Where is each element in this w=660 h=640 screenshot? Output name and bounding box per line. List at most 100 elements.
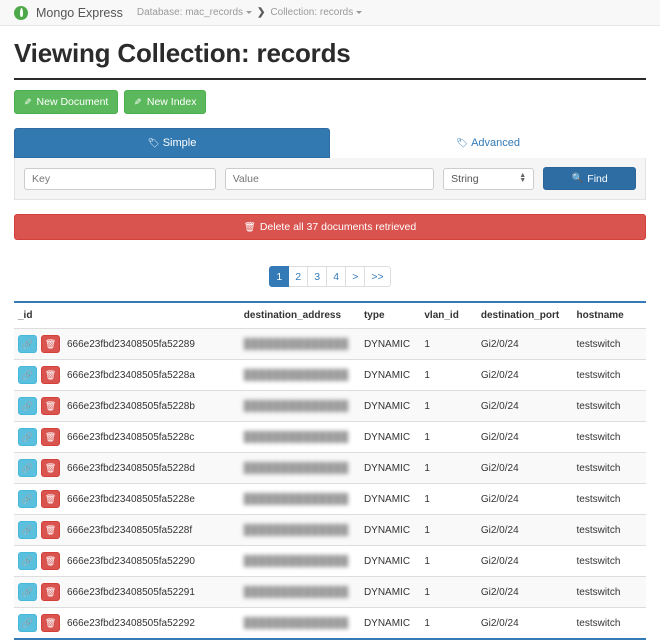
tab-advanced[interactable]: 🏷 Advanced [330, 128, 646, 158]
cell-hostname: testswitch [572, 483, 646, 515]
cell-destination-address: ██████████████ [239, 452, 360, 484]
search-tabs: 🏷 Simple 🏷 Advanced [14, 128, 646, 158]
delete-document-button[interactable]: 🗑 [41, 490, 60, 508]
view-document-button[interactable]: 🔗 [18, 521, 37, 539]
cell-vlan-id: 1 [420, 545, 477, 577]
table-row: 🔗 🗑 666e23fbd23408505fa5228c ██████████████… [14, 421, 646, 453]
cell-destination-port: Gi2/0/24 [476, 359, 573, 391]
table-row: 🔗 🗑 666e23fbd23408505fa5228d ██████████████… [14, 452, 646, 484]
delete-all-documents-button[interactable]: 🗑 Delete all 37 documents retrieved [14, 214, 646, 240]
breadcrumb-database[interactable]: Database: mac_records [137, 7, 253, 18]
new-index-label: New Index [146, 96, 197, 108]
table-row: 🔗 🗑 666e23fbd23408505fa5228b ██████████████… [14, 390, 646, 422]
page-item-last[interactable]: >> [365, 266, 391, 287]
delete-document-button[interactable]: 🗑 [41, 366, 60, 384]
tag-icon: 🏷 [147, 138, 160, 149]
view-document-button[interactable]: 🔗 [18, 490, 37, 508]
title-divider [14, 78, 646, 80]
cell-id: 🔗 🗑 666e23fbd23408505fa5228d [14, 452, 240, 484]
redacted-mac-address: ██████████████ [243, 555, 349, 567]
page-item-next[interactable]: > [346, 266, 366, 287]
view-document-button[interactable]: 🔗 [18, 428, 37, 446]
search-value-input[interactable] [224, 167, 435, 190]
page-item-4[interactable]: 4 [327, 266, 347, 287]
records-table-body: 🔗 🗑 666e23fbd23408505fa52289 ██████████████… [14, 328, 646, 639]
cell-destination-port: Gi2/0/24 [476, 390, 573, 422]
view-document-button[interactable]: 🔗 [18, 614, 37, 632]
delete-document-button[interactable]: 🗑 [41, 459, 60, 477]
cell-hostname: testswitch [572, 514, 646, 546]
view-document-button[interactable]: 🔗 [18, 552, 37, 570]
table-row: 🔗 🗑 666e23fbd23408505fa5228e ██████████████… [14, 483, 646, 515]
view-document-button[interactable]: 🔗 [18, 397, 37, 415]
pencil-icon: ✎ [134, 96, 142, 107]
cell-vlan-id: 1 [420, 576, 477, 608]
cell-destination-port: Gi2/0/24 [476, 514, 573, 546]
view-document-button[interactable]: 🔗 [18, 459, 37, 477]
cell-destination-address: ██████████████ [239, 514, 360, 546]
view-document-button[interactable]: 🔗 [18, 335, 37, 353]
pencil-icon: ✎ [24, 96, 32, 107]
document-id: 666e23fbd23408505fa52291 [67, 586, 195, 598]
page-item-2[interactable]: 2 [289, 266, 309, 287]
cell-destination-address: ██████████████ [239, 390, 360, 422]
cell-hostname: testswitch [572, 452, 646, 484]
find-button-label: Find [587, 172, 608, 185]
document-id: 666e23fbd23408505fa5228d [67, 462, 195, 474]
pagination: 1 2 3 4 > >> [269, 266, 391, 287]
breadcrumb: Database: mac_records ❯ Collection: reco… [137, 7, 363, 18]
delete-document-button[interactable]: 🗑 [41, 335, 60, 353]
new-document-label: New Document [36, 96, 109, 108]
tab-simple[interactable]: 🏷 Simple [14, 128, 330, 158]
cell-type: DYNAMIC [359, 390, 421, 422]
tab-advanced-label: Advanced [471, 137, 520, 149]
cell-id: 🔗 🗑 666e23fbd23408505fa52292 [14, 607, 240, 639]
delete-document-button[interactable]: 🗑 [41, 521, 60, 539]
search-type-select[interactable]: String ▲ ▼ [443, 167, 535, 190]
delete-document-button[interactable]: 🗑 [41, 428, 60, 446]
search-key-input[interactable] [24, 167, 216, 190]
cell-destination-address: ██████████████ [239, 421, 360, 453]
cell-type: DYNAMIC [359, 576, 421, 608]
table-row: 🔗 🗑 666e23fbd23408505fa5228f ██████████████… [14, 514, 646, 546]
cell-destination-port: Gi2/0/24 [476, 421, 573, 453]
column-header-destination-address: destination_address [239, 302, 360, 329]
cell-id: 🔗 🗑 666e23fbd23408505fa52291 [14, 576, 240, 608]
chevron-down-icon [356, 10, 363, 14]
new-index-button[interactable]: ✎ New Index [124, 90, 207, 114]
cell-destination-address: ██████████████ [239, 576, 360, 608]
cell-id: 🔗 🗑 666e23fbd23408505fa5228e [14, 483, 240, 515]
breadcrumb-collection[interactable]: Collection: records [270, 7, 363, 18]
brand-title[interactable]: Mongo Express [36, 6, 123, 20]
column-header-hostname: hostname [572, 302, 646, 329]
cell-vlan-id: 1 [420, 421, 477, 453]
cell-destination-port: Gi2/0/24 [476, 545, 573, 577]
redacted-mac-address: ██████████████ [243, 524, 349, 536]
page-container: Viewing Collection: records ✎ New Docume… [0, 38, 660, 640]
view-document-button[interactable]: 🔗 [18, 366, 37, 384]
delete-document-button[interactable]: 🗑 [41, 552, 60, 570]
cell-hostname: testswitch [572, 576, 646, 608]
cell-type: DYNAMIC [359, 328, 421, 360]
table-row: 🔗 🗑 666e23fbd23408505fa52292 ██████████████… [14, 607, 646, 639]
cell-hostname: testswitch [572, 359, 646, 391]
chevron-updown-icon: ▲ ▼ [519, 172, 527, 184]
delete-all-label: Delete all 37 documents retrieved [259, 221, 417, 233]
find-button[interactable]: 🔍 Find [543, 167, 636, 190]
cell-hostname: testswitch [572, 545, 646, 577]
page-item-1[interactable]: 1 [269, 266, 290, 287]
delete-document-button[interactable]: 🗑 [41, 614, 60, 632]
new-document-button[interactable]: ✎ New Document [14, 90, 119, 114]
cell-vlan-id: 1 [420, 514, 477, 546]
redacted-mac-address: ██████████████ [243, 493, 349, 505]
delete-document-button[interactable]: 🗑 [41, 397, 60, 415]
document-id: 666e23fbd23408505fa5228c [67, 431, 195, 443]
column-header-vlan-id: vlan_id [420, 302, 477, 329]
cell-destination-port: Gi2/0/24 [476, 483, 573, 515]
cell-type: DYNAMIC [359, 483, 421, 515]
cell-id: 🔗 🗑 666e23fbd23408505fa5228b [14, 390, 240, 422]
page-item-3[interactable]: 3 [308, 266, 328, 287]
search-type-selected-label: String [451, 172, 479, 185]
cell-vlan-id: 1 [420, 607, 477, 639]
cell-destination-address: ██████████████ [239, 328, 360, 360]
